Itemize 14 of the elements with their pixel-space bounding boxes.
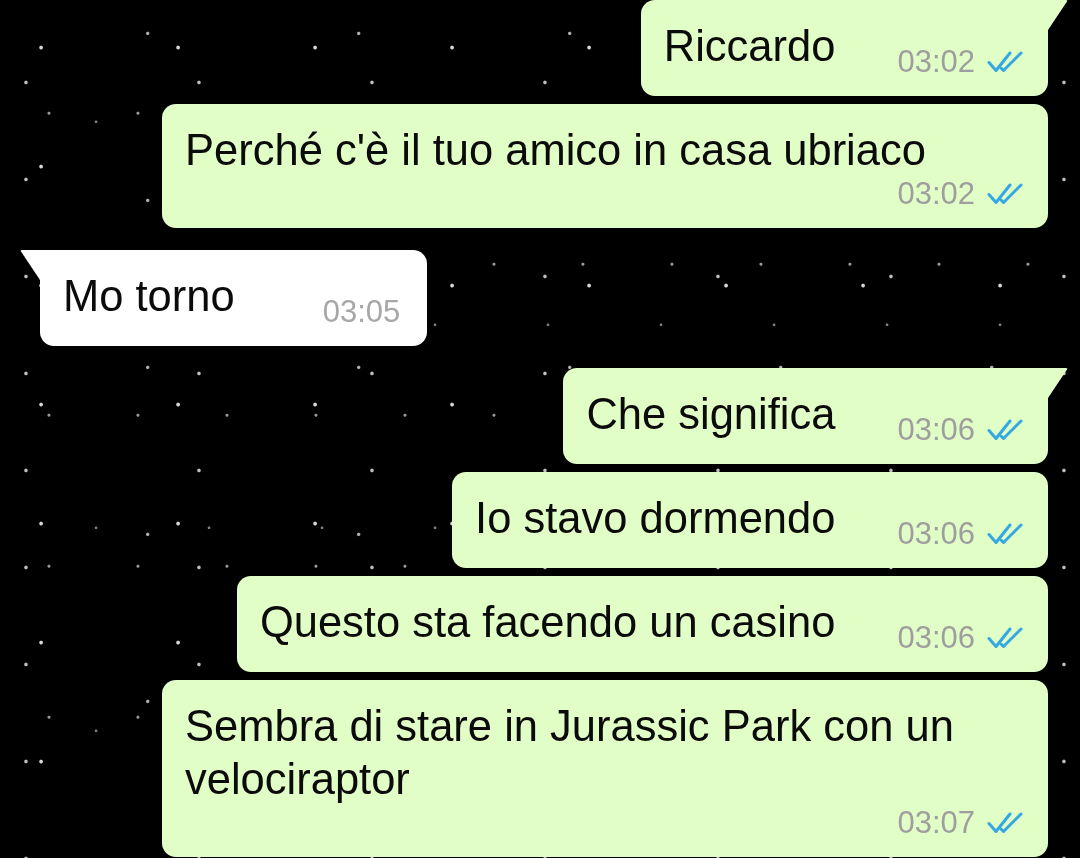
message-text: Sembra di stare in Jurassic Park con un velociraptor	[185, 701, 955, 805]
message-time: 03:05	[322, 295, 401, 329]
message-time: 03:02	[897, 45, 975, 79]
message-text: Riccardo	[663, 21, 836, 72]
message-text: Questo sta facendo un casino	[259, 597, 836, 648]
message-time: 03:02	[897, 177, 975, 211]
message-time: 03:06	[897, 621, 975, 655]
message-text: Mo torno	[63, 271, 235, 322]
message-text: Io stavo dormendo	[475, 493, 836, 544]
message-time: 03:06	[897, 413, 975, 447]
message-time: 03:07	[897, 806, 975, 840]
message-text: Perché c'è il tuo amico in casa ubriaco	[185, 125, 926, 176]
message-text: Che significa	[586, 389, 836, 440]
message-time: 03:06	[897, 517, 975, 551]
